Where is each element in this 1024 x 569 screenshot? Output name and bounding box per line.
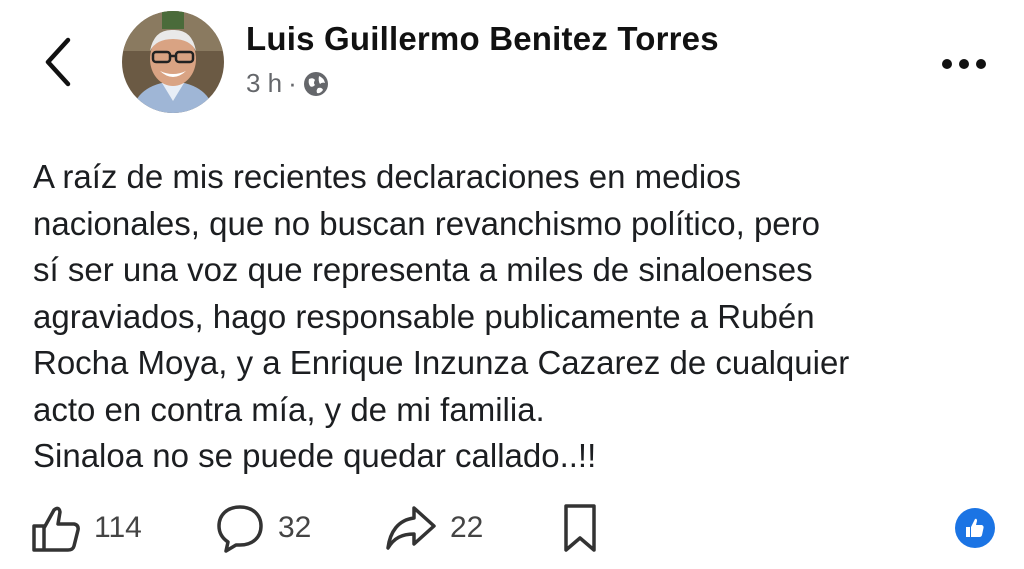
post-line: sí ser una voz que representa a miles de… — [33, 251, 813, 288]
save-button[interactable] — [560, 500, 600, 556]
share-button[interactable]: 22 — [384, 500, 483, 556]
globe-icon[interactable] — [303, 71, 329, 97]
like-button[interactable]: 114 — [30, 500, 142, 556]
post-meta: 3 h · — [246, 68, 329, 99]
more-options-icon — [942, 59, 952, 69]
post-time[interactable]: 3 h — [246, 68, 282, 99]
thumbs-up-icon — [32, 506, 80, 552]
avatar[interactable] — [122, 11, 224, 113]
chevron-left-icon — [45, 37, 71, 87]
more-options-button[interactable] — [936, 54, 992, 74]
author-name[interactable]: Luis Guillermo Benitez Torres — [246, 20, 719, 58]
post-line: agraviados, hago responsable publicament… — [33, 297, 815, 335]
post-line: acto en contra mía, y de mi familia. — [33, 390, 545, 428]
meta-separator: · — [288, 68, 297, 98]
post-line: Sinaloa no se puede quedar callado..!! — [33, 437, 597, 474]
share-count: 22 — [450, 511, 484, 544]
comment-count: 32 — [278, 511, 312, 544]
back-button[interactable] — [40, 34, 80, 90]
share-arrow-icon — [386, 506, 436, 550]
like-count: 114 — [94, 511, 142, 544]
action-bar: 114 32 22 — [0, 500, 1024, 560]
post-line: Rocha Moya, y a Enrique Inzunza Cazarez … — [33, 344, 850, 381]
post-line: A raíz de mis recientes declaraciones en… — [33, 158, 742, 195]
comment-bubble-icon — [217, 505, 263, 553]
post-line: nacionales, que no buscan revanchismo po… — [33, 204, 820, 242]
post-text: A raíz de mis recientes declaraciones en… — [33, 154, 993, 480]
bookmark-icon — [564, 504, 596, 552]
comment-button[interactable]: 32 — [214, 500, 311, 556]
like-reaction-icon[interactable] — [955, 508, 995, 548]
